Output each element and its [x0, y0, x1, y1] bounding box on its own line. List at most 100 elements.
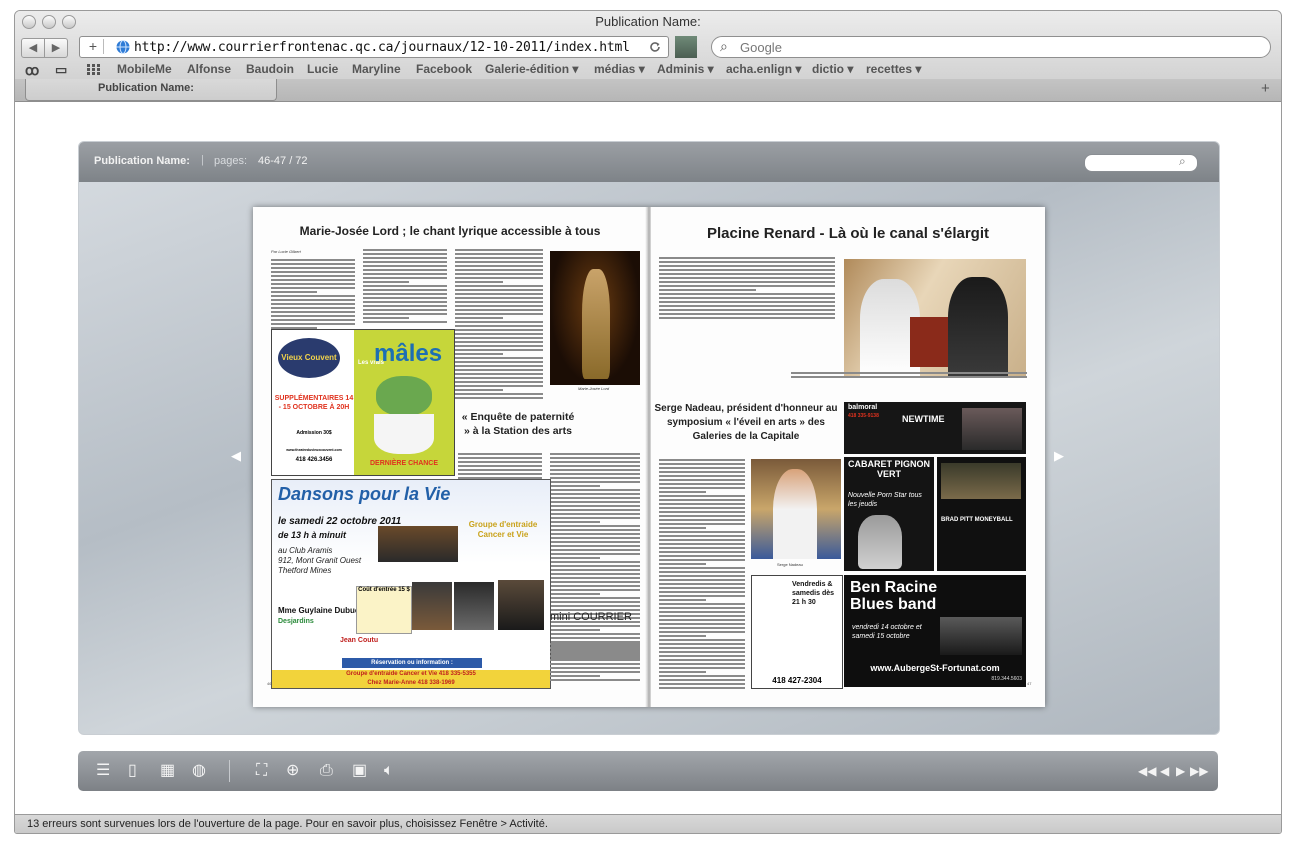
text-line — [455, 249, 543, 251]
bookmark-acha-enlign[interactable]: acha.enlign ▾ — [726, 62, 801, 76]
page-content: Publication Name: | pages: 46-47 / 72 ⌕ … — [15, 102, 1281, 814]
single-page-icon[interactable]: ▯ — [128, 762, 137, 780]
text-line — [455, 333, 543, 335]
next-page-icon[interactable]: ▶ — [1176, 762, 1185, 780]
zoom-in-icon[interactable]: ⊕ — [286, 762, 299, 780]
back-arrow-icon: ◀ — [28, 42, 38, 54]
text-line — [659, 491, 707, 493]
text-line — [455, 273, 543, 275]
text-line — [550, 581, 640, 583]
tab-publication[interactable]: Publication Name: — [25, 79, 277, 101]
globe-icon[interactable]: ◍ — [192, 762, 206, 780]
bookmark-facebook[interactable]: Facebook — [416, 62, 472, 76]
text-line — [659, 595, 745, 597]
sponsor-jean-coutu: Jean Coutu — [340, 637, 379, 644]
bookmark-maryline[interactable]: Maryline — [352, 62, 401, 76]
list-view-icon[interactable]: ☰ — [96, 762, 110, 780]
text-line — [550, 593, 600, 595]
book-icon[interactable]: ▭ — [55, 62, 67, 78]
text-line — [455, 389, 504, 391]
text-line — [363, 249, 447, 251]
fullscreen-icon[interactable]: ⛶ — [256, 762, 267, 780]
previous-page-icon[interactable]: ◀ — [1160, 762, 1169, 780]
page-spread: Marie-Josée Lord ; le chant lyrique acce… — [253, 207, 1045, 707]
text-line — [659, 583, 745, 585]
next-spread-arrow-icon[interactable]: ▶ — [1054, 448, 1064, 464]
search-field[interactable]: ⌕ Google — [711, 36, 1271, 58]
glasses-icon[interactable]: ꝏ — [25, 62, 39, 79]
text-line — [271, 303, 355, 305]
text-line — [659, 679, 745, 681]
text-line — [550, 601, 640, 603]
text-line — [659, 663, 745, 665]
reader-header: Publication Name: | pages: 46-47 / 72 ⌕ — [79, 142, 1219, 182]
text-column — [659, 257, 835, 321]
text-line — [455, 309, 543, 311]
text-line — [455, 385, 543, 387]
reader-search-input[interactable]: ⌕ — [1084, 154, 1198, 172]
text-line — [363, 285, 447, 287]
new-tab-plus-icon[interactable]: + — [1261, 80, 1270, 97]
text-line — [659, 523, 745, 525]
reload-icon[interactable] — [648, 40, 662, 54]
text-line — [659, 301, 835, 303]
couple-photo — [844, 259, 1026, 377]
globe-favicon-icon — [116, 40, 130, 54]
text-line — [455, 313, 543, 315]
back-button[interactable]: ◀ — [21, 38, 45, 58]
snapback-icon[interactable] — [675, 36, 697, 58]
text-line — [550, 497, 640, 499]
text-line — [659, 599, 707, 601]
text-column — [455, 249, 543, 401]
text-column — [550, 453, 640, 661]
bookmark-galerie-edition[interactable]: Galerie-édition ▾ — [485, 62, 578, 76]
text-line — [363, 273, 447, 275]
text-line — [550, 485, 600, 487]
print-icon[interactable]: ⎙ — [320, 762, 333, 780]
text-line — [659, 575, 745, 577]
text-line — [659, 551, 745, 553]
text-line — [659, 257, 835, 259]
moneyball-ad: BRAD PITT MONEYBALL — [937, 457, 1026, 571]
text-line — [455, 317, 504, 319]
address-bar[interactable]: + http://www.courrierfrontenac.qc.ca/jou… — [79, 36, 669, 58]
previous-spread-arrow-icon[interactable]: ◀ — [231, 448, 241, 464]
bookmark-lucie[interactable]: Lucie — [307, 62, 338, 76]
right-subhead: Serge Nadeau, président d'honneur au sym… — [654, 403, 838, 442]
plus-icon[interactable]: + — [83, 39, 104, 54]
text-line — [659, 659, 745, 661]
text-line — [659, 273, 835, 275]
text-column — [363, 249, 447, 325]
thumbnails-icon[interactable]: ▦ — [160, 762, 175, 780]
text-line — [550, 633, 640, 635]
bookmark-adminis[interactable]: Adminis ▾ — [657, 62, 714, 76]
bookmark-recettes[interactable]: recettes ▾ — [866, 62, 921, 76]
forward-button[interactable]: ▶ — [44, 38, 68, 58]
text-line — [659, 655, 745, 657]
left-page-number: 46 — [267, 681, 272, 686]
text-line — [659, 261, 835, 263]
bookmark-medias[interactable]: médias ▾ — [594, 62, 645, 76]
text-line — [363, 265, 447, 267]
pages-value: 46-47 / 72 — [258, 155, 308, 167]
text-line — [455, 281, 504, 283]
text-line — [455, 349, 543, 351]
text-line — [659, 671, 707, 673]
save-icon[interactable]: ▣ — [352, 762, 367, 780]
bookmark-alfonse[interactable]: Alfonse — [187, 62, 231, 76]
text-line — [363, 257, 447, 259]
text-column — [271, 259, 355, 331]
text-line — [550, 569, 640, 571]
text-line — [550, 629, 600, 631]
serge-caption: Serge Nadeau — [777, 562, 803, 567]
bookmark-dictio[interactable]: dictio ▾ — [812, 62, 853, 76]
text-line — [659, 289, 756, 291]
sound-icon[interactable]: 🔈︎ — [384, 762, 394, 780]
last-page-icon[interactable]: ▶▶ — [1190, 762, 1208, 780]
first-page-icon[interactable]: ◀◀ — [1138, 762, 1156, 780]
text-line — [659, 305, 835, 307]
text-line — [659, 547, 745, 549]
bookmark-baudoin[interactable]: Baudoin — [246, 62, 294, 76]
bookmark-mobileme[interactable]: MobileMe — [117, 62, 172, 76]
grid-icon[interactable] — [87, 64, 101, 76]
